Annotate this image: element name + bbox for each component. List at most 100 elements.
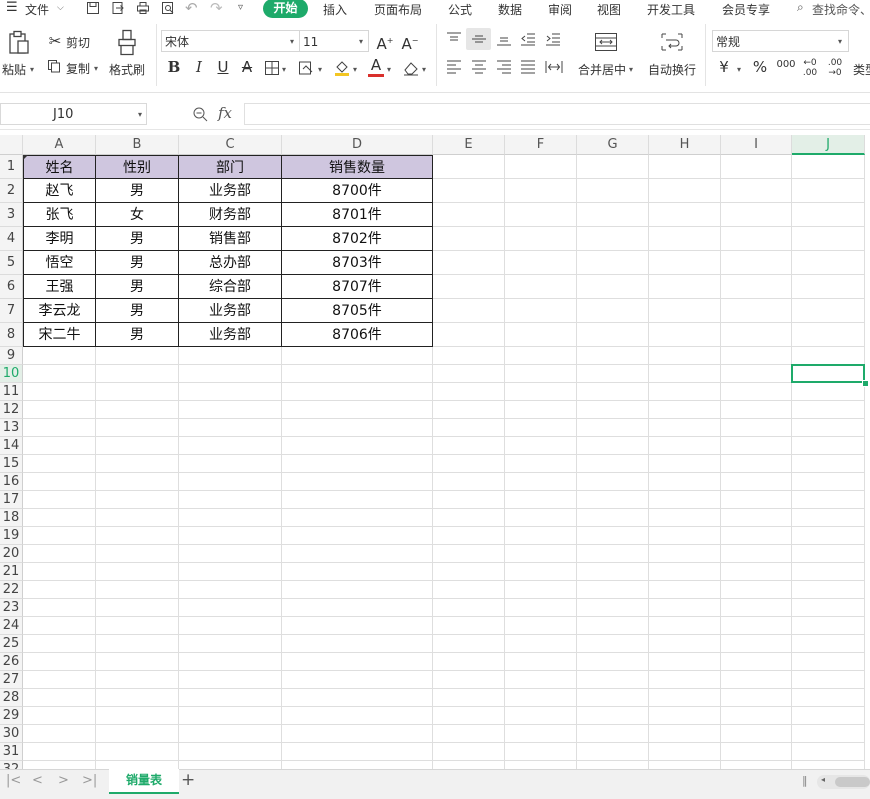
cell-c22[interactable]	[179, 581, 282, 599]
cell-c24[interactable]	[179, 617, 282, 635]
cell-f30[interactable]	[505, 725, 577, 743]
cell-e19[interactable]	[433, 527, 505, 545]
cell-g16[interactable]	[577, 473, 649, 491]
cell-i14[interactable]	[721, 437, 792, 455]
table-header-cell[interactable]: 销售数量	[282, 155, 433, 179]
cell-c13[interactable]	[179, 419, 282, 437]
tab-home[interactable]: 开始	[263, 0, 308, 18]
cell-g29[interactable]	[577, 707, 649, 725]
cell-h22[interactable]	[649, 581, 721, 599]
cell-i28[interactable]	[721, 689, 792, 707]
currency-dropdown-icon[interactable]: ▾	[737, 65, 741, 74]
cell-g13[interactable]	[577, 419, 649, 437]
cell-a17[interactable]	[23, 491, 96, 509]
cell-g1[interactable]	[577, 155, 649, 179]
cell-j25[interactable]	[792, 635, 865, 653]
cell-j17[interactable]	[792, 491, 865, 509]
cell-h20[interactable]	[649, 545, 721, 563]
cell-g3[interactable]	[577, 203, 649, 227]
fill-color-icon[interactable]	[333, 59, 351, 77]
cell-b17[interactable]	[96, 491, 179, 509]
distributed-align-icon[interactable]	[545, 60, 563, 74]
cell-d22[interactable]	[282, 581, 433, 599]
horizontal-scrollbar[interactable]: ◂	[817, 775, 870, 789]
print-preview-icon[interactable]	[161, 1, 175, 15]
row-header-32[interactable]: 32	[0, 761, 23, 769]
cell-b25[interactable]	[96, 635, 179, 653]
cell-d14[interactable]	[282, 437, 433, 455]
export-icon[interactable]	[111, 1, 125, 15]
cell-g12[interactable]	[577, 401, 649, 419]
column-header-h[interactable]: H	[649, 135, 721, 155]
cell-e22[interactable]	[433, 581, 505, 599]
table-cell[interactable]: 8705件	[282, 299, 433, 323]
cell-d16[interactable]	[282, 473, 433, 491]
row-header-28[interactable]: 28	[0, 689, 23, 707]
cell-e28[interactable]	[433, 689, 505, 707]
table-cell[interactable]: 男	[96, 275, 179, 299]
table-cell[interactable]: 李云龙	[23, 299, 96, 323]
cell-a28[interactable]	[23, 689, 96, 707]
cell-f16[interactable]	[505, 473, 577, 491]
cell-j27[interactable]	[792, 671, 865, 689]
row-header-10[interactable]: 10	[0, 365, 23, 383]
cell-h9[interactable]	[649, 347, 721, 365]
table-cell[interactable]: 男	[96, 179, 179, 203]
cell-b21[interactable]	[96, 563, 179, 581]
cell-a21[interactable]	[23, 563, 96, 581]
thousands-separator-icon[interactable]: 000	[775, 56, 797, 74]
cell-j8[interactable]	[792, 323, 865, 347]
column-header-j[interactable]: J	[792, 135, 865, 155]
cell-f32[interactable]	[505, 761, 577, 769]
chevron-down-icon[interactable]: ⌵	[57, 3, 64, 13]
cell-a31[interactable]	[23, 743, 96, 761]
table-cell[interactable]: 8703件	[282, 251, 433, 275]
column-header-e[interactable]: E	[433, 135, 505, 155]
cell-g9[interactable]	[577, 347, 649, 365]
cell-c21[interactable]	[179, 563, 282, 581]
table-cell[interactable]: 男	[96, 323, 179, 347]
cell-j24[interactable]	[792, 617, 865, 635]
cell-a13[interactable]	[23, 419, 96, 437]
align-middle-icon[interactable]	[471, 32, 487, 46]
cell-g6[interactable]	[577, 275, 649, 299]
cell-f10[interactable]	[505, 365, 577, 383]
sheet-tab-active[interactable]: 销量表	[109, 769, 179, 794]
undo-icon[interactable]: ↶	[185, 0, 198, 17]
cell-h30[interactable]	[649, 725, 721, 743]
cell-h15[interactable]	[649, 455, 721, 473]
row-header-29[interactable]: 29	[0, 707, 23, 725]
cell-b29[interactable]	[96, 707, 179, 725]
cell-f25[interactable]	[505, 635, 577, 653]
merge-center-button[interactable]: 合并居中	[578, 61, 626, 78]
increase-indent-icon[interactable]	[545, 32, 561, 46]
cell-h12[interactable]	[649, 401, 721, 419]
cell-b12[interactable]	[96, 401, 179, 419]
table-cell[interactable]: 综合部	[179, 275, 282, 299]
cell-g7[interactable]	[577, 299, 649, 323]
cell-c9[interactable]	[179, 347, 282, 365]
merge-cells-icon[interactable]	[594, 32, 618, 52]
cell-h17[interactable]	[649, 491, 721, 509]
cell-h21[interactable]	[649, 563, 721, 581]
function-icon[interactable]: fx	[218, 104, 232, 122]
copy-button[interactable]: 复制	[66, 60, 90, 77]
row-header-31[interactable]: 31	[0, 743, 23, 761]
italic-icon[interactable]: I	[190, 58, 208, 76]
cell-i18[interactable]	[721, 509, 792, 527]
cell-b28[interactable]	[96, 689, 179, 707]
cell-a30[interactable]	[23, 725, 96, 743]
cell-f27[interactable]	[505, 671, 577, 689]
print-icon[interactable]	[136, 1, 150, 15]
cell-h13[interactable]	[649, 419, 721, 437]
row-header-6[interactable]: 6	[0, 275, 23, 299]
cell-g27[interactable]	[577, 671, 649, 689]
cell-h28[interactable]	[649, 689, 721, 707]
align-bottom-icon[interactable]	[496, 32, 512, 46]
cell-e16[interactable]	[433, 473, 505, 491]
cell-e14[interactable]	[433, 437, 505, 455]
row-header-4[interactable]: 4	[0, 227, 23, 251]
cell-i6[interactable]	[721, 275, 792, 299]
cell-g4[interactable]	[577, 227, 649, 251]
cell-h16[interactable]	[649, 473, 721, 491]
